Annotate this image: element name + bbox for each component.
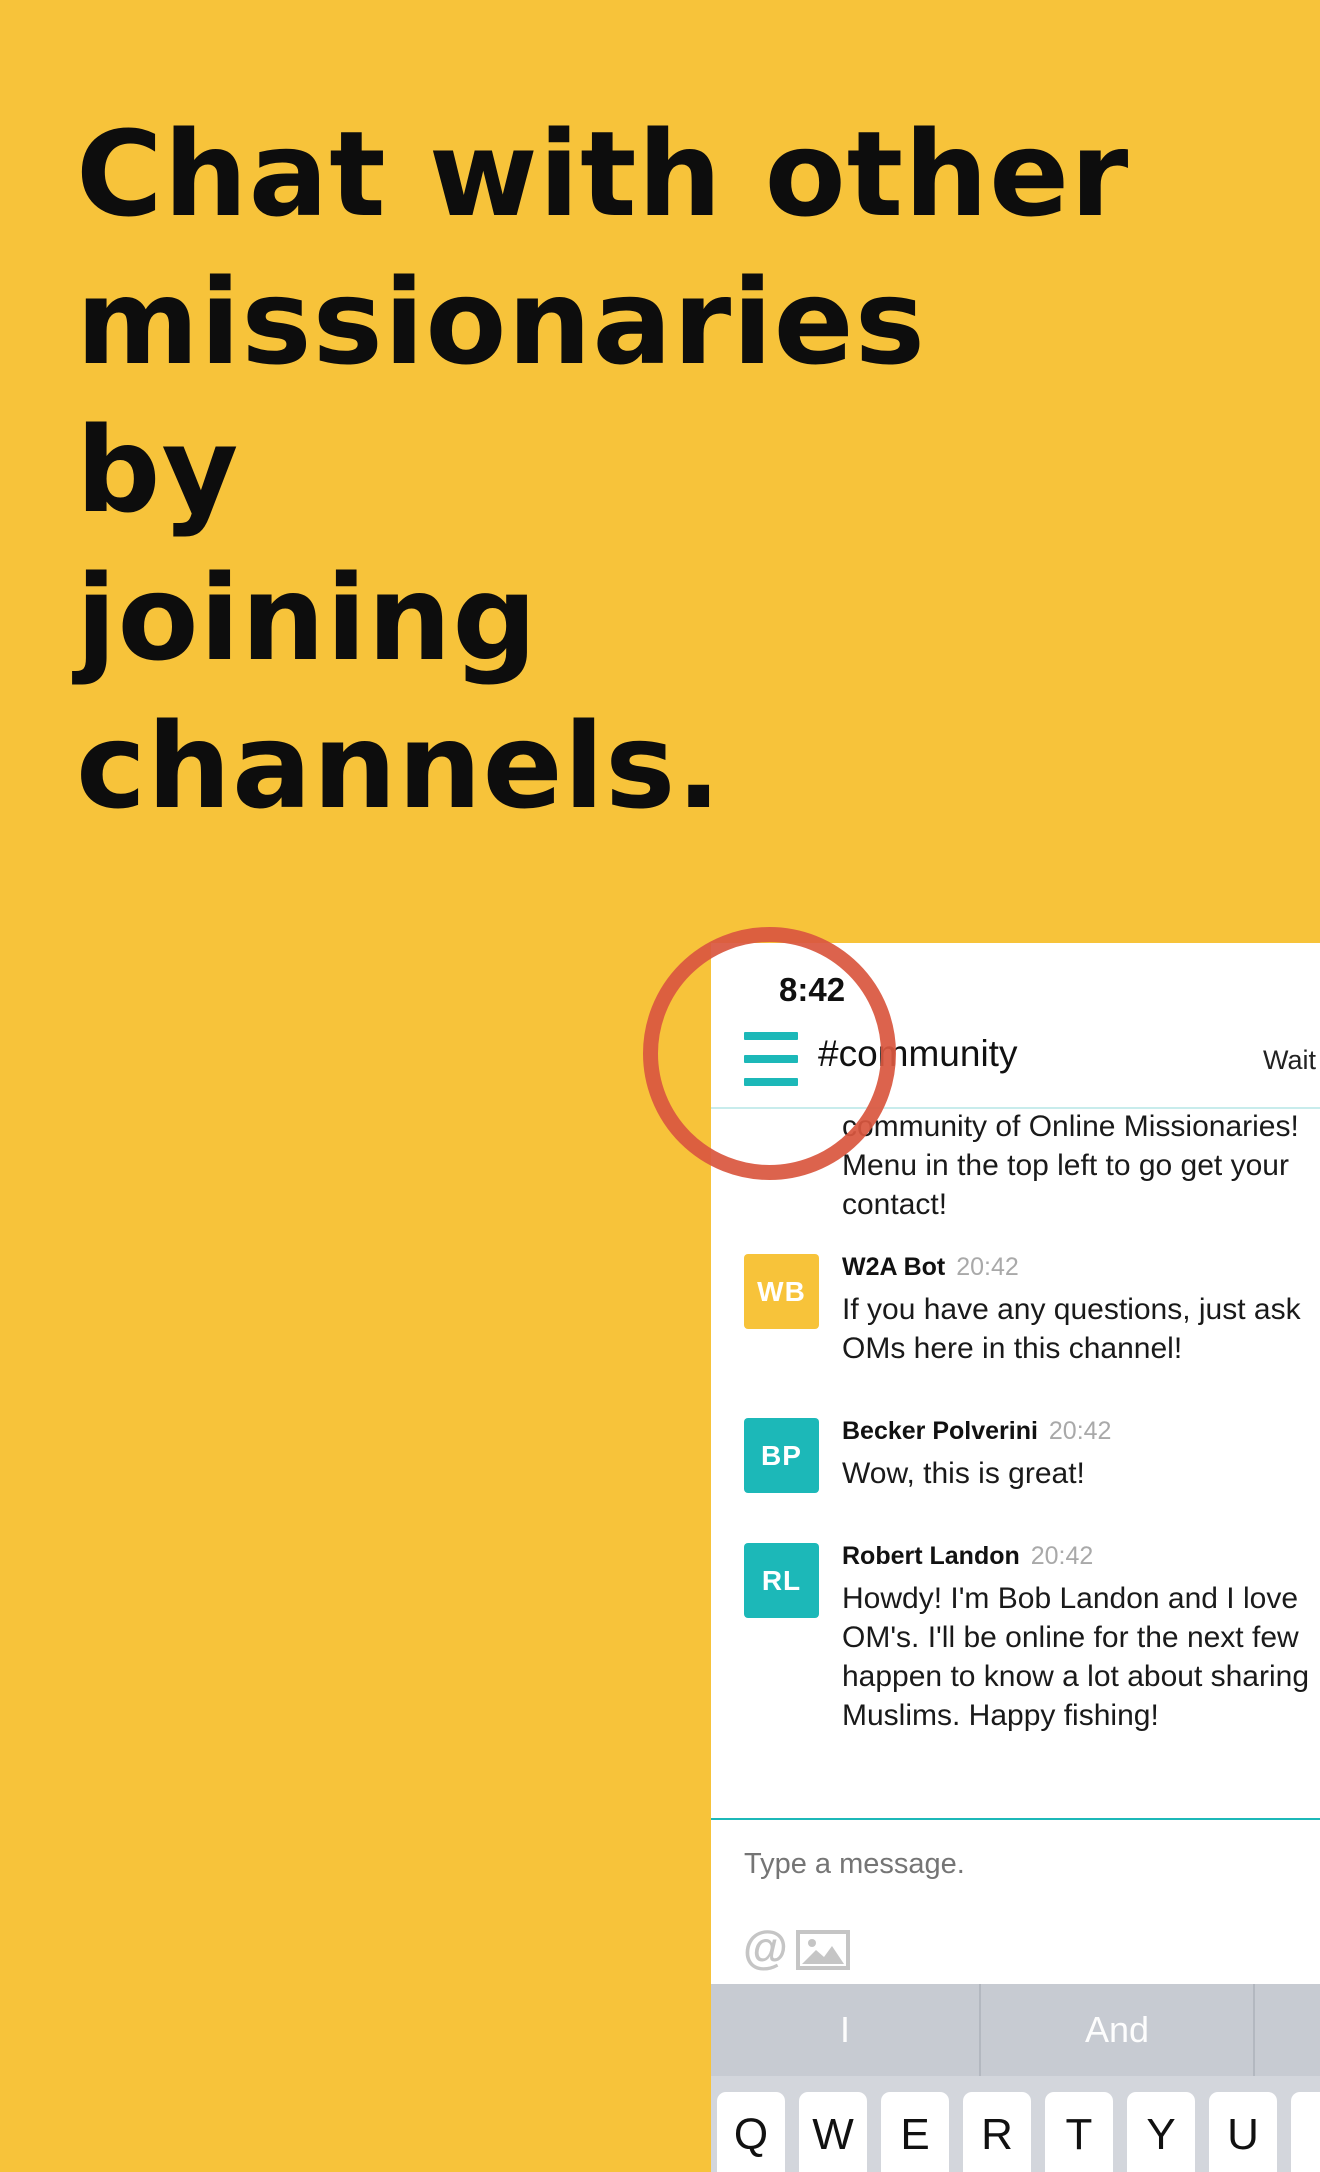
message-time: 20:42 <box>1030 1542 1094 1570</box>
headline-line: Chat with other <box>76 105 1130 243</box>
highlight-ring <box>643 927 896 1180</box>
message-line: happen to know a lot about sharing <box>842 1660 1310 1693</box>
headline-line: joining <box>76 549 538 687</box>
key-w[interactable]: W <box>799 2092 867 2172</box>
message-line: Wow, this is great! <box>842 1457 1085 1490</box>
key-r[interactable]: R <box>963 2092 1031 2172</box>
headline: Chat with other missionaries by joining … <box>76 100 1256 840</box>
message-input[interactable] <box>744 1848 1304 1881</box>
message-line: Howdy! I'm Bob Landon and I love <box>842 1582 1299 1615</box>
headline-line: channels. <box>76 697 723 835</box>
avatar[interactable]: BP <box>744 1418 819 1493</box>
message-line: community of Online Missionaries! <box>842 1110 1299 1143</box>
key-q[interactable]: Q <box>717 2092 785 2172</box>
headline-line: by <box>76 401 240 539</box>
key-y[interactable]: Y <box>1127 2092 1195 2172</box>
message-time: 20:42 <box>956 1253 1019 1281</box>
avatar[interactable]: RL <box>744 1543 819 1618</box>
message-author: W2A Bot <box>842 1253 946 1281</box>
message-list[interactable]: community of Online Missionaries! Menu i… <box>711 1109 1320 1763</box>
header-right-text: Wait <box>1263 1045 1316 1075</box>
message-author: Robert Landon <box>842 1542 1020 1570</box>
key-t[interactable]: T <box>1045 2092 1113 2172</box>
suggestion-item[interactable]: And <box>981 1984 1253 2076</box>
message-line: Muslims. Happy fishing! <box>842 1699 1159 1732</box>
key-u[interactable]: U <box>1209 2092 1277 2172</box>
key-e[interactable]: E <box>881 2092 949 2172</box>
avatar[interactable]: WB <box>744 1254 819 1329</box>
message-line: OMs here in this channel! <box>842 1332 1183 1365</box>
suggestion-divider <box>1253 1984 1255 2076</box>
image-icon[interactable] <box>796 1930 850 1970</box>
keyboard-suggestion-bar: I And <box>711 1984 1320 2076</box>
keyboard: Q W E R T Y U <box>711 2076 1320 2172</box>
message-composer: @ <box>711 1818 1320 1990</box>
headline-line: missionaries <box>76 253 926 391</box>
message-line: contact! <box>842 1188 948 1221</box>
message-continuation: community of Online Missionaries! Menu i… <box>842 1109 1299 1224</box>
message-line: If you have any questions, just ask <box>842 1293 1301 1326</box>
message-line: OM's. I'll be online for the next few <box>842 1621 1299 1654</box>
message-time: 20:42 <box>1048 1417 1112 1445</box>
suggestion-item[interactable]: I <box>711 1984 979 2076</box>
message-line: Menu in the top left to go get your <box>842 1149 1289 1182</box>
message-author: Becker Polverini <box>842 1417 1038 1445</box>
key-partial[interactable] <box>1291 2092 1320 2172</box>
at-sign-icon[interactable]: @ <box>743 1924 788 1970</box>
